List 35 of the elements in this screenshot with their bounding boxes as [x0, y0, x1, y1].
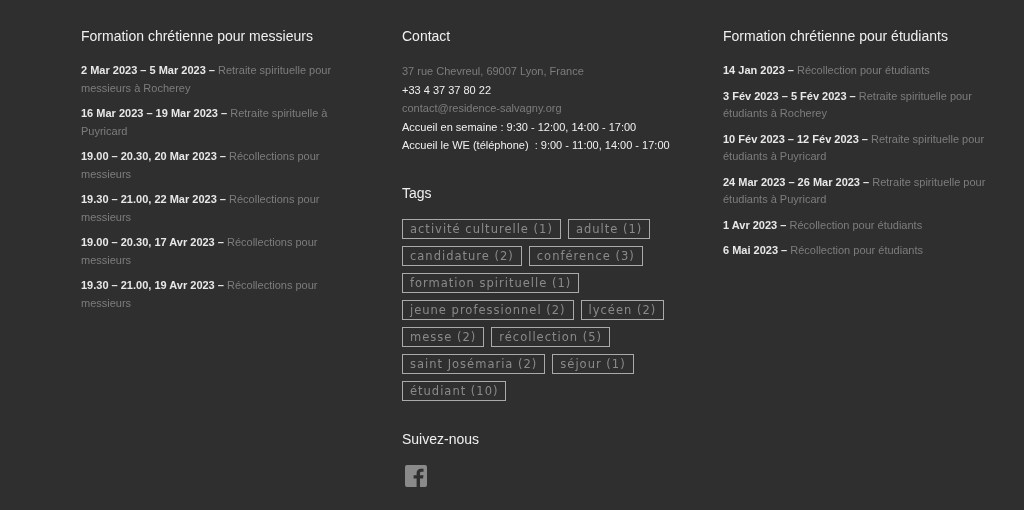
- tag-link[interactable]: adulte (1): [567, 218, 651, 239]
- column-heading: Suivez-nous: [402, 430, 481, 447]
- event-entry[interactable]: 6 Mai 2023 – Récollection pour étudiants: [723, 242, 998, 260]
- column-heading: Formation chrétienne pour étudiants: [723, 28, 949, 44]
- event-entry[interactable]: 24 Mar 2023 – 26 Mar 2023 – Retraite spirituelle pour étudiants à Puyricard: [723, 173, 998, 209]
- contact-line: 37 rue Chevreul, 69007 Lyon, France: [402, 64, 585, 79]
- event-entry[interactable]: 2 Mar 2023 – 5 Mar 2023 – Retraite spirituelle pour messieurs à Rocherey: [81, 62, 356, 97]
- event-entry[interactable]: 1 Avr 2023 – Récollection pour étudiants: [723, 216, 998, 234]
- event-entry[interactable]: 19.30 – 21.00, 22 Mar 2023 – Récollections pour messieurs: [81, 191, 356, 226]
- contact-line: +33 4 37 37 80 22: [402, 82, 492, 98]
- tag-link[interactable]: séjour (1): [552, 353, 634, 374]
- tag-link[interactable]: messe (2): [402, 326, 485, 347]
- event-entry[interactable]: 19.30 – 21.00, 19 Avr 2023 – Récollections pour messieurs: [81, 277, 356, 312]
- tag-link[interactable]: saint Josémaria (2): [402, 353, 546, 374]
- tag-link[interactable]: étudiant (10): [402, 380, 507, 401]
- tag-link[interactable]: activité culturelle (1): [402, 218, 561, 239]
- column-heading: Formation chrétienne pour messieurs: [81, 28, 314, 44]
- column-heading: Tags: [402, 184, 433, 201]
- event-entry[interactable]: 3 Fév 2023 – 5 Fév 2023 – Retraite spirituelle pour étudiants à Rocherey: [723, 87, 998, 123]
- column-heading: Contact: [402, 28, 452, 44]
- tag-link[interactable]: conférence (3): [528, 245, 643, 266]
- tag-link[interactable]: jeune professionnel (2): [402, 299, 574, 320]
- event-entry[interactable]: 19.00 – 20.30, 20 Mar 2023 – Récollections pour messieurs: [81, 148, 356, 183]
- contact-line: Accueil le WE (téléphone) : 9:00 - 11:00, 14:00 - 17:00: [402, 138, 671, 153]
- tag-link[interactable]: formation spirituelle (1): [402, 272, 580, 293]
- event-entry[interactable]: 19.00 – 20.30, 17 Avr 2023 – Récollections pour messieurs: [81, 234, 356, 269]
- tag-link[interactable]: candidature (2): [402, 245, 522, 266]
- event-entry[interactable]: 10 Fév 2023 – 12 Fév 2023 – Retraite spirituelle pour étudiants à Puyricard: [723, 130, 998, 166]
- contact-line: Accueil en semaine : 9:30 - 12:00, 14:00 - 17:00: [402, 119, 638, 135]
- email-link[interactable]: contact@residence-salvagny.org: [402, 99, 677, 118]
- tag-link[interactable]: récollection (5): [491, 326, 610, 347]
- event-entry[interactable]: 14 Jan 2023 – Récollection pour étudiants: [723, 62, 998, 80]
- facebook-icon[interactable]: [405, 464, 427, 487]
- tag-link[interactable]: lycéen (2): [580, 299, 665, 320]
- event-entry[interactable]: 16 Mar 2023 – 19 Mar 2023 – Retraite spirituelle à Puyricard: [81, 105, 356, 140]
